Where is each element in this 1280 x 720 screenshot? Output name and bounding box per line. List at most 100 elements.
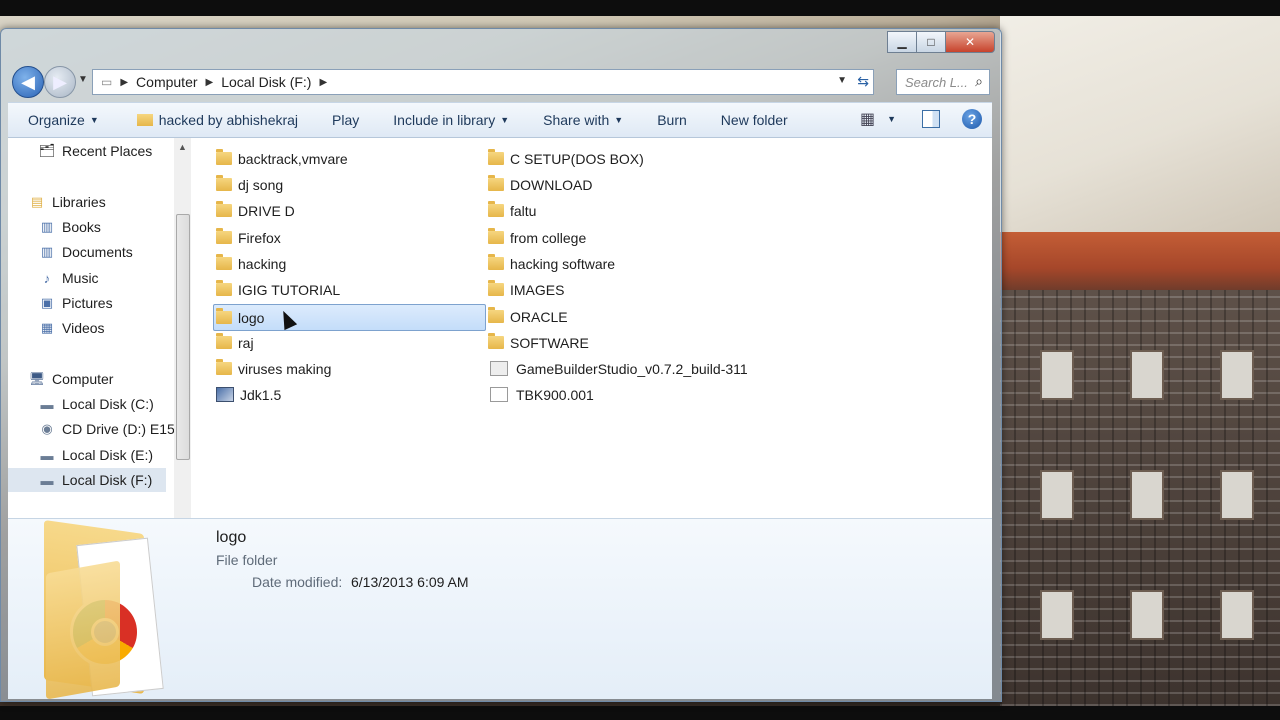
breadcrumb-chevron-icon[interactable]: ▶ bbox=[206, 77, 214, 88]
list-item[interactable]: hacking bbox=[216, 251, 286, 276]
search-input[interactable]: Search L... ⌕ bbox=[896, 69, 990, 95]
hacked-label: hacked by abhishekraj bbox=[158, 112, 299, 128]
new-folder-button[interactable]: New folder bbox=[687, 112, 788, 128]
list-item[interactable]: Firefox bbox=[216, 225, 281, 250]
nav-local-disk-f[interactable]: ▬ Local Disk (F:) bbox=[8, 468, 166, 492]
details-date-label: Date modified: bbox=[252, 574, 343, 590]
command-bar: Organize ▼ hacked by abhishekraj Play Inc… bbox=[8, 102, 992, 138]
file-name: IMAGES bbox=[510, 281, 565, 298]
nav-documents[interactable]: ▥ Documents bbox=[38, 240, 133, 264]
organize-button[interactable]: Organize ▼ bbox=[8, 112, 99, 128]
folder-icon bbox=[488, 280, 504, 296]
recent-places-icon: 🗂 bbox=[38, 143, 56, 158]
wallpaper-window bbox=[1040, 470, 1074, 520]
books-icon: ▥ bbox=[40, 219, 54, 234]
file-name: hacking software bbox=[510, 255, 616, 272]
file-name: logo bbox=[238, 309, 265, 326]
preview-pane-icon[interactable] bbox=[922, 110, 940, 128]
list-item[interactable]: backtrack,vmvare bbox=[216, 146, 348, 171]
forward-button[interactable]: ▶ bbox=[44, 66, 76, 98]
nav-local-disk-e[interactable]: ▬ Local Disk (E:) bbox=[38, 443, 154, 467]
recent-pages-dropdown-icon[interactable]: ▼ bbox=[78, 74, 88, 85]
pictures-icon: ▣ bbox=[40, 295, 54, 310]
wallpaper-window bbox=[1220, 350, 1254, 400]
scroll-up-icon[interactable]: ▲ bbox=[178, 142, 187, 152]
list-item[interactable]: GameBuilderStudio_v0.7.2_build-311 bbox=[488, 356, 748, 381]
folder-icon bbox=[216, 308, 232, 324]
folder-icon bbox=[488, 307, 504, 323]
wallpaper-roof bbox=[1000, 16, 1280, 236]
refresh-icon[interactable]: ⇆ bbox=[857, 73, 869, 90]
list-item-selected[interactable]: logo bbox=[213, 304, 486, 331]
file-name: from college bbox=[510, 229, 587, 246]
nav-scrollbar[interactable]: ▲ ▼ bbox=[174, 138, 191, 545]
search-placeholder: Search L... bbox=[905, 74, 968, 90]
help-icon[interactable]: ? bbox=[962, 109, 982, 129]
play-label: Play bbox=[332, 112, 360, 128]
navigation-pane: 🗂 Recent Places ▤ Libraries ▥ Books ▥ Docume… bbox=[8, 138, 194, 545]
search-icon[interactable]: ⌕ bbox=[975, 73, 983, 90]
nav-cd-drive-d[interactable]: ◉ CD Drive (D:) E15 bbox=[38, 417, 174, 441]
hacked-button[interactable]: hacked by abhishekraj bbox=[99, 112, 298, 128]
wallpaper-window bbox=[1040, 590, 1074, 640]
list-item[interactable]: SOFTWARE bbox=[488, 330, 589, 355]
list-item[interactable]: ORACLE bbox=[488, 304, 568, 329]
nav-local-disk-c[interactable]: ▬ Local Disk (C:) bbox=[38, 392, 154, 416]
nav-label: Music bbox=[62, 270, 99, 286]
include-label: Include in library bbox=[393, 112, 496, 128]
music-icon: ♪ bbox=[43, 270, 51, 286]
breadcrumb-computer[interactable]: Computer bbox=[136, 74, 197, 90]
address-dropdown-icon[interactable]: ▼ bbox=[837, 75, 847, 86]
list-item[interactable]: TBK900.001 bbox=[488, 382, 594, 407]
folder-icon bbox=[136, 114, 153, 126]
details-date-value: 6/13/2013 6:09 AM bbox=[351, 574, 469, 590]
nav-videos[interactable]: ▦ Videos bbox=[38, 316, 105, 340]
nav-label: Local Disk (F:) bbox=[62, 472, 153, 488]
list-item[interactable]: DOWNLOAD bbox=[488, 172, 592, 197]
play-button[interactable]: Play bbox=[298, 112, 359, 128]
nav-label: Documents bbox=[62, 244, 133, 260]
burn-button[interactable]: Burn bbox=[623, 112, 687, 128]
list-item[interactable]: viruses making bbox=[216, 356, 331, 381]
address-bar[interactable]: ▭ ▶ Computer ▶ Local Disk (F:) ▶ ▼ ⇆ bbox=[92, 69, 874, 95]
back-button[interactable]: ◀ bbox=[12, 66, 44, 98]
hard-drive-icon: ▬ bbox=[40, 447, 54, 463]
folder-icon bbox=[216, 149, 232, 165]
folder-icon bbox=[216, 280, 232, 296]
details-pane: logo File folder Date modified: 6/13/201… bbox=[8, 518, 992, 700]
nav-recent-places[interactable]: 🗂 Recent Places bbox=[38, 139, 153, 163]
wallpaper-window bbox=[1040, 350, 1074, 400]
address-row: ◀ ▶ ▼ ▭ ▶ Computer ▶ Local Disk (F:) ▶ ▼… bbox=[8, 66, 992, 98]
folder-icon bbox=[216, 254, 232, 270]
folder-icon bbox=[216, 201, 232, 217]
list-item[interactable]: faltu bbox=[488, 198, 536, 223]
include-in-library-button[interactable]: Include in library ▼ bbox=[359, 112, 509, 128]
wallpaper-window bbox=[1130, 470, 1164, 520]
nav-computer[interactable]: 🖥 Computer bbox=[28, 367, 114, 391]
breadcrumb-chevron-icon[interactable]: ▶ bbox=[319, 77, 327, 88]
list-item[interactable]: raj bbox=[216, 330, 254, 355]
nav-pictures[interactable]: ▣ Pictures bbox=[38, 291, 113, 315]
documents-icon: ▥ bbox=[40, 244, 54, 259]
back-arrow-icon: ◀ bbox=[21, 71, 35, 92]
list-item[interactable]: IMAGES bbox=[488, 277, 564, 302]
list-item[interactable]: DRIVE D bbox=[216, 198, 295, 223]
nav-music[interactable]: ♪ Music bbox=[38, 266, 99, 290]
details-type: File folder bbox=[216, 552, 278, 568]
breadcrumb-local-disk-f[interactable]: Local Disk (F:) bbox=[221, 74, 311, 90]
file-name: viruses making bbox=[238, 360, 332, 377]
list-item[interactable]: hacking software bbox=[488, 251, 615, 276]
nav-libraries[interactable]: ▤ Libraries bbox=[28, 190, 106, 214]
list-item[interactable]: dj song bbox=[216, 172, 283, 197]
list-item[interactable]: Jdk1.5 bbox=[216, 382, 281, 407]
list-item[interactable]: IGIG TUTORIAL bbox=[216, 277, 340, 302]
nav-books[interactable]: ▥ Books bbox=[38, 215, 101, 239]
breadcrumb-chevron-icon[interactable]: ▶ bbox=[120, 77, 128, 88]
share-with-button[interactable]: Share with ▼ bbox=[509, 112, 623, 128]
list-item[interactable]: C SETUP(DOS BOX) bbox=[488, 146, 644, 171]
change-view-icon[interactable]: ▦ bbox=[860, 109, 875, 129]
views-dropdown-icon[interactable]: ▼ bbox=[887, 114, 896, 124]
screen-bottom-border bbox=[0, 706, 1280, 720]
scroll-thumb[interactable] bbox=[176, 214, 190, 460]
list-item[interactable]: from college bbox=[488, 225, 586, 250]
